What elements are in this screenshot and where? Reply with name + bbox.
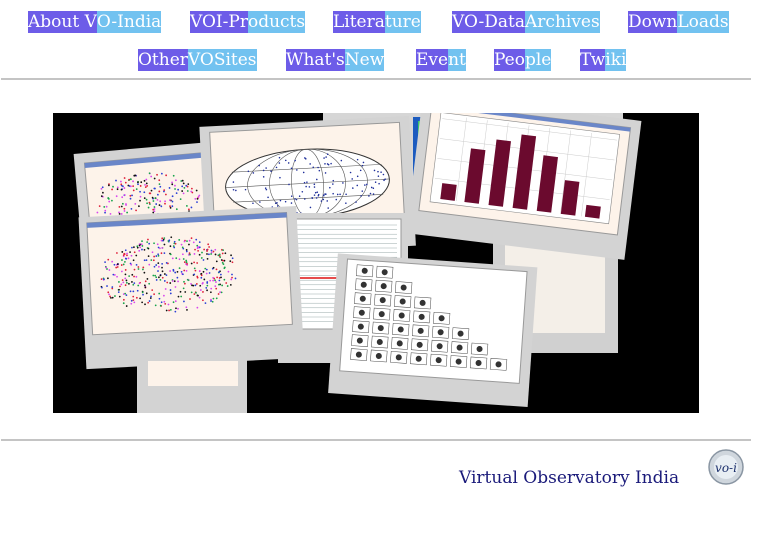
nav-link-part: ple: [524, 49, 552, 71]
nav-link-part: What's: [286, 49, 345, 71]
nav-link-part: Litera: [333, 11, 385, 33]
screenshot-collage-banner: [53, 113, 699, 413]
nav-link-part: Other: [138, 49, 188, 71]
nav-link-part: O-India: [96, 11, 162, 33]
nav-link-part: About V: [28, 11, 97, 33]
nav-link-part: VOI-Pr: [190, 11, 248, 33]
card-scatter-front: [78, 205, 305, 370]
nav-link-whats-new[interactable]: What's New: [286, 49, 385, 71]
nav-link-downloads[interactable]: DownLoads: [628, 11, 729, 33]
nav-link-part: Peo: [494, 49, 525, 71]
collage-graphic: [53, 113, 699, 413]
nav-link-voi-products[interactable]: VOI-Products: [190, 11, 306, 33]
nav-link-part: Eve: [416, 49, 449, 71]
nav-link-part: oducts: [247, 11, 306, 33]
nav-link-part: VO-Data: [452, 11, 526, 33]
nav-link-part: nt: [448, 49, 466, 71]
logo-text: vo-i: [715, 461, 737, 475]
nav-link-part: iki: [605, 49, 627, 71]
footer-site-title: Virtual Observatory India: [459, 468, 680, 488]
card-matrix-plot: [328, 253, 538, 408]
nav-link-part: Tw: [580, 49, 606, 71]
nav-row-secondary: OtherVOSites What's New Event People Twi…: [0, 49, 757, 71]
card-bottom-left-screen: [148, 361, 238, 386]
bar-mark: [440, 183, 457, 201]
nav-link-part: New: [344, 49, 385, 71]
footer-divider: [1, 439, 751, 441]
nav-link-part: ture: [384, 11, 421, 33]
header-divider: [1, 78, 751, 80]
bar-mark: [584, 204, 601, 219]
nav-link-people[interactable]: People: [494, 49, 552, 71]
nav-link-literature[interactable]: Literature: [333, 11, 421, 33]
nav-link-other-vo-sites[interactable]: OtherVOSites: [138, 49, 257, 71]
nav-link-part: Archives: [525, 11, 600, 33]
nav-link-about-vo-india[interactable]: About VO-India: [28, 11, 162, 33]
nav-link-event[interactable]: Event: [416, 49, 466, 71]
nav-link-part: Down: [628, 11, 678, 33]
nav-row-primary: About VO-India VOI-Products Literature V…: [0, 11, 757, 33]
nav-link-vo-data-archives[interactable]: VO-DataArchives: [452, 11, 600, 33]
nav-link-part: Loads: [677, 11, 729, 33]
nav-link-part: VOSites: [187, 49, 257, 71]
vo-india-logo: vo-i: [703, 447, 749, 487]
nav-link-twiki[interactable]: Twiki: [580, 49, 627, 71]
